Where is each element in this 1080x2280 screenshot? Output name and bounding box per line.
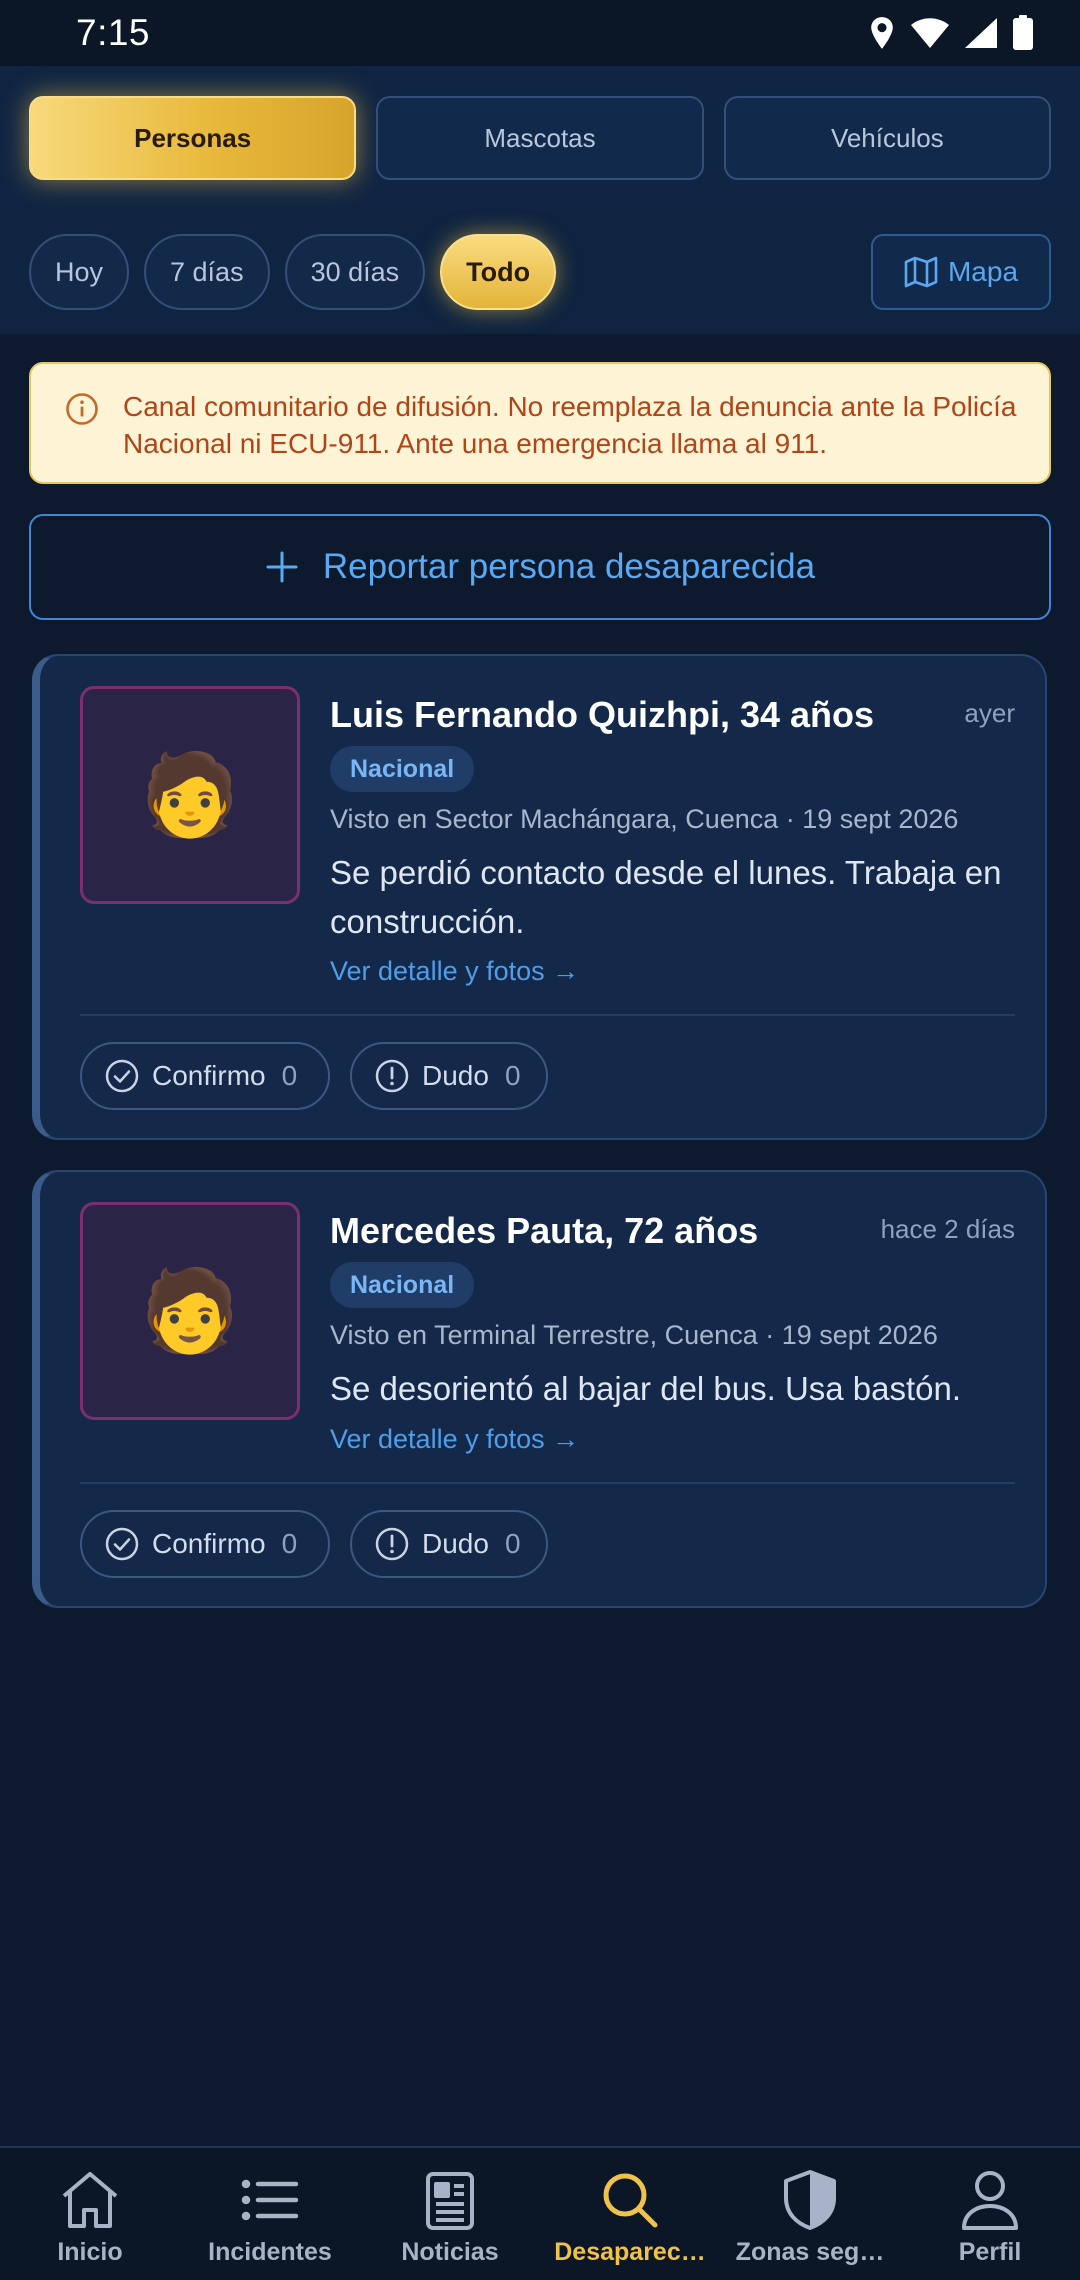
list-icon	[241, 2179, 299, 2221]
tab-mascotas[interactable]: Mascotas	[376, 96, 704, 180]
disclaimer-notice: Canal comunitario de difusión. No reempl…	[29, 362, 1051, 484]
battery-icon	[1013, 15, 1033, 50]
person-description: Se perdió contacto desde el lunes. Traba…	[330, 854, 1002, 940]
person-photo[interactable]: 🧑	[80, 686, 300, 904]
confirm-label: Confirmo	[152, 1528, 266, 1559]
nav-noticias[interactable]: Noticias	[360, 2148, 540, 2280]
missing-person-card[interactable]: 🧑 Mercedes Pauta, 72 años hace 2 días Na…	[32, 1170, 1047, 1608]
scope-badge: Nacional	[330, 1262, 475, 1308]
detail-link[interactable]: Ver detalle y fotos →	[330, 1424, 579, 1455]
tab-vehiculos[interactable]: Vehículos	[723, 96, 1051, 180]
notice-text: Canal comunitario de difusión. No reempl…	[123, 391, 1017, 459]
nav-zonas-label: Zonas seg…	[735, 2238, 885, 2266]
nav-inicio[interactable]: Inicio	[0, 2148, 180, 2280]
person-icon	[962, 2171, 1018, 2230]
confirm-button[interactable]: Confirmo 0	[80, 1510, 330, 1578]
person-description: Se desorientó al bajar del bus. Usa bast…	[330, 1370, 962, 1407]
tab-personas[interactable]: Personas	[29, 96, 357, 180]
filter-30-dias[interactable]: 30 días	[284, 234, 426, 310]
nav-desaparecidos-label: Desaparec…	[554, 2238, 706, 2266]
bottom-navigation: Inicio Incidentes Noticias Desaparec… Zo…	[0, 2146, 1080, 2280]
report-missing-person-button[interactable]: Reportar persona desaparecida	[29, 514, 1051, 620]
scope-badge: Nacional	[330, 746, 475, 792]
nav-desaparecidos[interactable]: Desaparec…	[540, 2148, 720, 2280]
nav-incidentes-label: Incidentes	[208, 2238, 332, 2266]
home-icon	[62, 2172, 118, 2228]
doubt-count: 0	[504, 1060, 521, 1091]
confirm-count: 0	[281, 1528, 298, 1559]
doubt-button[interactable]: Dudo 0	[350, 1042, 548, 1110]
person-name: Luis Fernando Quizhpi, 34 años	[330, 694, 875, 735]
nav-inicio-label: Inicio	[57, 2238, 123, 2266]
map-button[interactable]: Mapa	[871, 234, 1051, 310]
plus-icon	[266, 551, 298, 583]
doubt-label: Dudo	[422, 1528, 489, 1559]
card-divider	[80, 1014, 1015, 1016]
person-photo[interactable]: 🧑	[80, 1202, 300, 1420]
status-icons	[868, 15, 1034, 51]
newspaper-icon	[426, 2172, 474, 2230]
nav-perfil-label: Perfil	[958, 2238, 1022, 2266]
status-time: 7:15	[76, 12, 151, 53]
confirm-button[interactable]: Confirmo 0	[80, 1042, 330, 1110]
filter-hoy[interactable]: Hoy	[29, 234, 130, 310]
map-button-label: Mapa	[947, 256, 1019, 287]
check-circle-icon	[105, 1527, 139, 1561]
wifi-icon	[911, 18, 949, 48]
report-time: hace 2 días	[880, 1214, 1015, 1244]
nav-incidentes[interactable]: Incidentes	[180, 2148, 360, 2280]
nav-perfil[interactable]: Perfil	[900, 2148, 1080, 2280]
confirm-label: Confirmo	[152, 1060, 266, 1091]
nav-zonas-seguras[interactable]: Zonas seg…	[720, 2148, 900, 2280]
map-icon	[904, 256, 938, 288]
last-seen-text: Visto en Terminal Terrestre, Cuenca · 19…	[330, 1320, 938, 1350]
doubt-label: Dudo	[422, 1060, 489, 1091]
check-circle-icon	[105, 1059, 139, 1093]
detail-link[interactable]: Ver detalle y fotos →	[330, 956, 579, 987]
report-time: ayer	[964, 698, 1015, 728]
person-name: Mercedes Pauta, 72 años	[330, 1210, 759, 1251]
search-icon	[603, 2173, 658, 2228]
location-icon	[871, 17, 893, 49]
info-icon	[66, 393, 98, 425]
missing-person-card[interactable]: 🧑 Luis Fernando Quizhpi, 34 años ayer Na…	[32, 654, 1047, 1140]
signal-icon	[965, 18, 997, 48]
date-filter-bar: Hoy 7 días 30 días Todo Mapa	[0, 210, 1080, 334]
alert-circle-icon	[375, 1059, 409, 1093]
type-tabs: Personas Mascotas Vehículos	[0, 66, 1080, 210]
last-seen-text: Visto en Sector Machángara, Cuenca · 19 …	[330, 804, 959, 834]
card-divider	[80, 1482, 1015, 1484]
shield-icon	[784, 2170, 836, 2230]
nav-noticias-label: Noticias	[401, 2238, 499, 2266]
report-button-label: Reportar persona desaparecida	[322, 547, 816, 586]
doubt-count: 0	[504, 1528, 521, 1559]
doubt-button[interactable]: Dudo 0	[350, 1510, 548, 1578]
filter-todo[interactable]: Todo	[440, 234, 557, 310]
status-bar: 7:15	[0, 0, 1080, 66]
alert-circle-icon	[375, 1527, 409, 1561]
filter-7-dias[interactable]: 7 días	[144, 234, 270, 310]
confirm-count: 0	[281, 1060, 298, 1091]
